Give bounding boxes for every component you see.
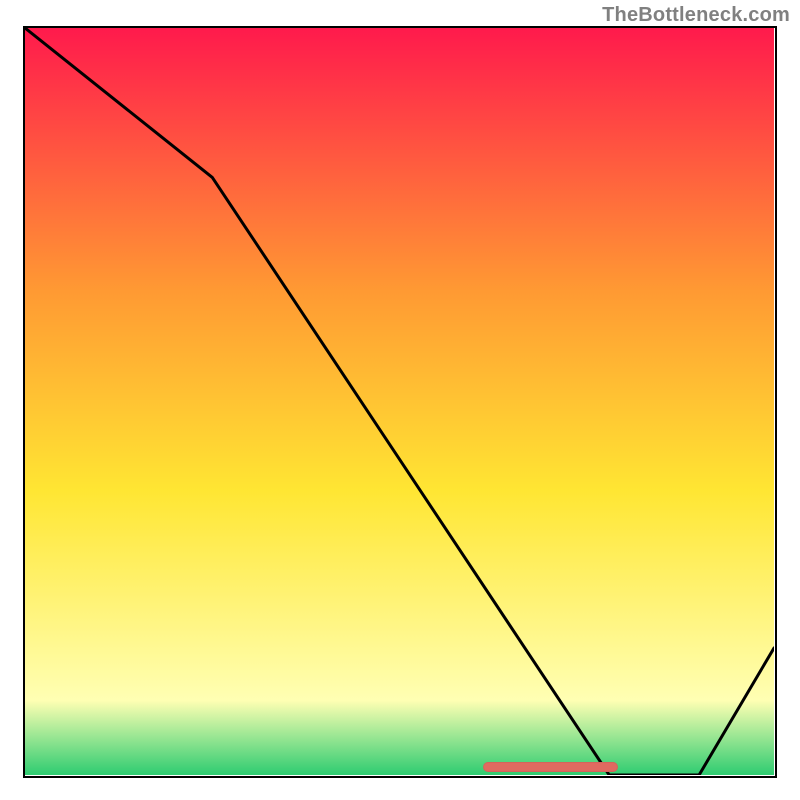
chart-plot-area	[25, 28, 774, 775]
chart-frame	[23, 26, 777, 778]
chart-stage: TheBottleneck.com	[0, 0, 800, 800]
optimum-range-marker	[483, 762, 618, 772]
attribution-text: TheBottleneck.com	[602, 4, 790, 27]
chart-background	[25, 28, 774, 775]
